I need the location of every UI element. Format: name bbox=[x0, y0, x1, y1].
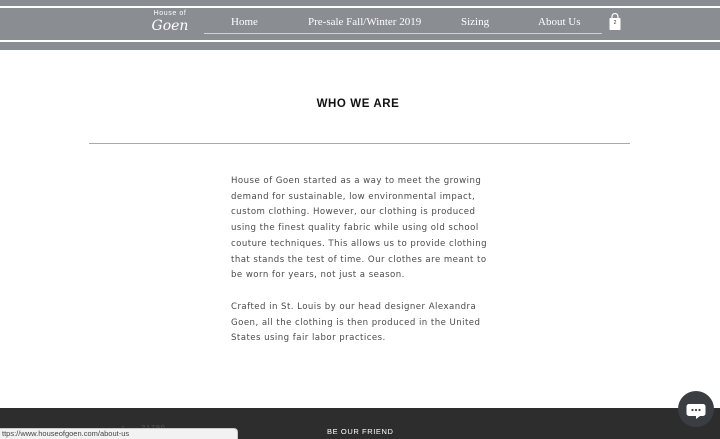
about-paragraph-2: Crafted in St. Louis by our head designe… bbox=[231, 301, 481, 344]
logo-top-text: House of bbox=[153, 10, 187, 17]
about-paragraph-1: House of Goen started as a way to meet t… bbox=[231, 176, 488, 281]
chat-bubble-icon bbox=[686, 404, 706, 419]
header-rule-bottom bbox=[0, 40, 720, 42]
nav-item-home[interactable]: Home bbox=[231, 16, 258, 28]
logo-script-text: Goen bbox=[151, 18, 189, 34]
nav-item-about-us[interactable]: About Us bbox=[538, 16, 580, 28]
nav-underline bbox=[204, 33, 602, 34]
nav-item-presale[interactable]: Pre-sale Fall/Winter 2019 bbox=[308, 16, 421, 28]
page-title: WHO WE ARE bbox=[316, 98, 400, 110]
cart-count: 2 bbox=[613, 20, 617, 26]
site-header: House of Goen Home Pre-sale Fall/Winter … bbox=[0, 0, 720, 50]
cart-button[interactable]: 2 bbox=[608, 12, 622, 31]
chat-button[interactable] bbox=[678, 391, 714, 427]
header-rule-top bbox=[0, 6, 720, 8]
footer-be-our-friend: BE OUR FRIEND bbox=[327, 427, 394, 436]
about-copy: House of Goen started as a way to meet t… bbox=[231, 174, 493, 363]
nav-item-sizing[interactable]: Sizing bbox=[461, 16, 489, 28]
brand-logo[interactable]: House of Goen bbox=[151, 9, 189, 47]
main-nav: Home Pre-sale Fall/Winter 2019 Sizing Ab… bbox=[204, 14, 602, 34]
link-status-url: ttps://www.houseofgoen.com/about-us bbox=[0, 428, 238, 439]
section-divider bbox=[89, 143, 630, 144]
